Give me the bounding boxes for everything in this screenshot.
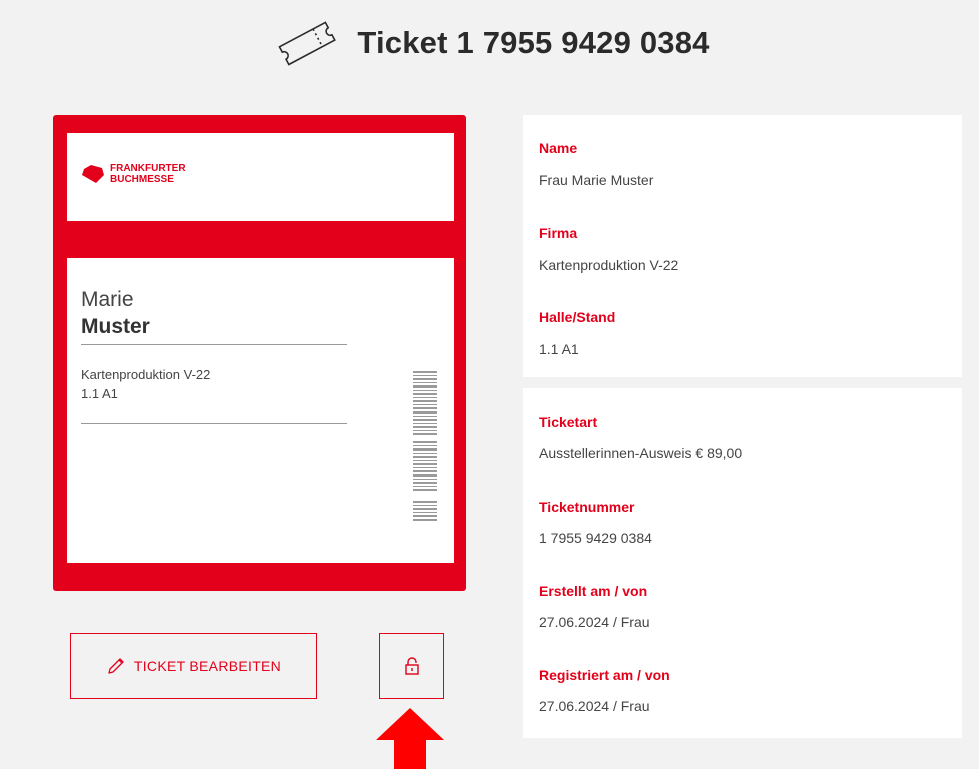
registered-value: 27.06.2024 / Frau — [539, 698, 650, 714]
barcode — [413, 371, 437, 521]
ticket-icon — [269, 18, 347, 68]
ticket-details-panel: Ticketart Ausstellerinnen-Ausweis € 89,0… — [523, 388, 962, 738]
fbm-logo-mark — [82, 165, 104, 183]
edit-ticket-button[interactable]: TICKET BEARBEITEN — [70, 633, 317, 699]
name-value: Frau Marie Muster — [539, 172, 654, 188]
registered-label: Registriert am / von — [539, 667, 670, 683]
logo-area: FRANKFURTER BUCHMESSE — [67, 133, 454, 221]
unlock-button[interactable] — [379, 633, 444, 699]
logo-line2: BUCHMESSE — [110, 174, 174, 185]
created-label: Erstellt am / von — [539, 583, 648, 599]
badge-company: Kartenproduktion V-22 — [81, 367, 211, 382]
hall-stand-value: 1.1 A1 — [539, 341, 579, 357]
pencil-icon — [108, 658, 124, 674]
personal-details-panel: Name Frau Marie Muster Firma Kartenprodu… — [523, 115, 962, 377]
divider — [81, 423, 347, 424]
hall-stand-label: Halle/Stand — [539, 309, 616, 325]
company-label: Firma — [539, 225, 578, 241]
badge-preview: Marie Muster Kartenproduktion V-22 1.1 A… — [67, 258, 454, 563]
ticket-type-value: Ausstellerinnen-Ausweis € 89,00 — [539, 445, 743, 461]
page-header: Ticket 1 7955 9429 0384 — [0, 18, 979, 68]
fbm-logo: FRANKFURTER BUCHMESSE — [82, 163, 186, 185]
badge-last-name: Muster — [81, 315, 150, 338]
page-title: Ticket 1 7955 9429 0384 — [357, 25, 710, 60]
ticket-number-value: 1 7955 9429 0384 — [539, 530, 652, 546]
edit-ticket-label: TICKET BEARBEITEN — [133, 658, 282, 674]
red-arrow-annotation — [376, 708, 444, 769]
lock-icon — [404, 657, 419, 675]
badge-first-name: Marie — [81, 288, 134, 311]
name-label: Name — [539, 140, 578, 156]
company-value: Kartenproduktion V-22 — [539, 257, 679, 273]
ticket-card: FRANKFURTER BUCHMESSE Marie Muster Karte… — [53, 115, 466, 591]
badge-stand: 1.1 A1 — [81, 386, 118, 401]
created-value: 27.06.2024 / Frau — [539, 614, 650, 630]
logo-line1: FRANKFURTER — [110, 163, 186, 174]
ticket-type-label: Ticketart — [539, 414, 598, 430]
ticket-number-label: Ticketnummer — [539, 499, 635, 515]
divider — [81, 344, 347, 345]
